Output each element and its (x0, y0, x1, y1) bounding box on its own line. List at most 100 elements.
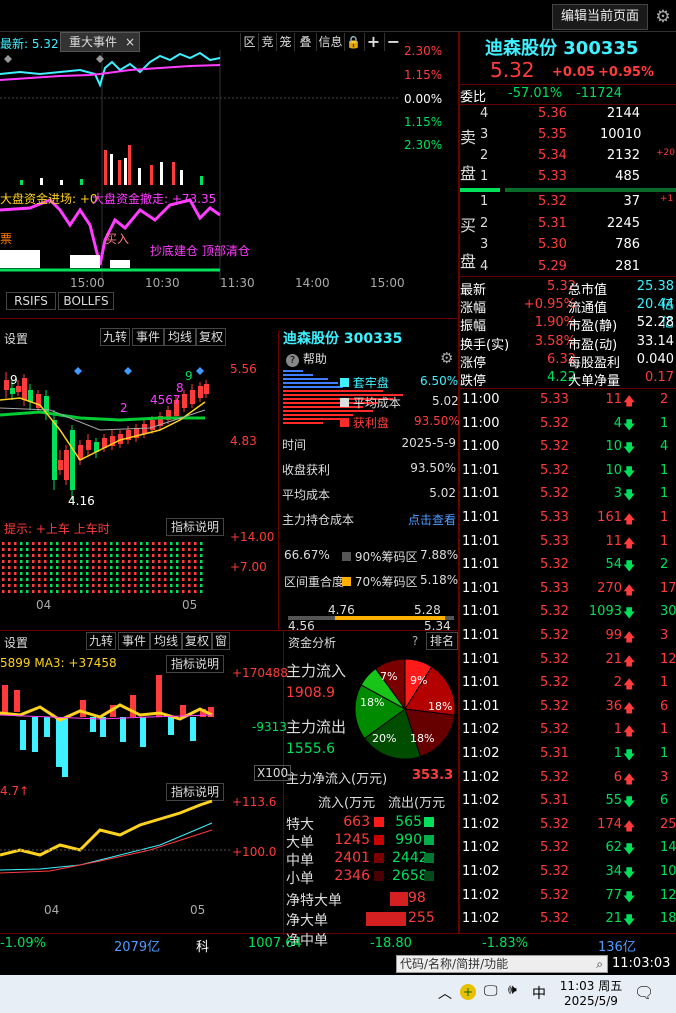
close-icon[interactable]: × (125, 33, 135, 51)
signal-dot (32, 548, 35, 551)
signal-dot (194, 548, 197, 551)
tick-row[interactable]: 11:01 5.33 161 🡅 1 (460, 510, 676, 532)
signal-dot (74, 560, 77, 563)
signal-dot (128, 548, 131, 551)
tick-row[interactable]: 11:00 5.32 10 🡇 4 (460, 439, 676, 461)
sell-row[interactable]: 1 5.33 485 (478, 169, 676, 189)
tick-row[interactable]: 11:01 5.32 1093 🡇 30 (460, 604, 676, 626)
tab-rsifs[interactable]: RSIFS (6, 292, 56, 310)
signal-dot (140, 572, 143, 575)
tick-row[interactable]: 11:01 5.32 54 🡇 2 (460, 557, 676, 579)
arrow-down-icon: 🡇 (623, 488, 636, 503)
hint-explain-button[interactable]: 指标说明 (166, 518, 224, 536)
signal-dot (164, 548, 167, 551)
signal-dot (158, 578, 161, 581)
tool-jing[interactable]: 竞 (258, 33, 276, 51)
chip-row[interactable]: 主力持仓成本 点击查看 (282, 511, 458, 531)
signal-dot (164, 584, 167, 587)
signal-dot (56, 560, 59, 563)
tab-ma[interactable]: 均线 (164, 328, 196, 346)
signal-dot (20, 548, 23, 551)
ime-indicator[interactable]: 中 (532, 983, 546, 1003)
tick-row[interactable]: 11:01 5.32 2 🡅 1 (460, 675, 676, 697)
signal-dot (134, 554, 137, 557)
tick-row[interactable]: 11:02 5.32 77 🡇 12 (460, 888, 676, 910)
tool-long[interactable]: 笼 (276, 33, 294, 51)
buy-row[interactable]: 1 5.32 37 +1 (478, 194, 676, 214)
tick-row[interactable]: 11:02 5.32 174 🡅 25 (460, 817, 676, 839)
plus-app-icon[interactable]: + (460, 984, 476, 1000)
tool-die[interactable]: 叠 (294, 33, 316, 51)
tick-row[interactable]: 11:01 5.32 36 🡅 6 (460, 699, 676, 721)
signal-dot (50, 578, 53, 581)
signal-dot (164, 542, 167, 545)
fund-row: 大单 1245 990 (286, 832, 458, 851)
signal-dot (158, 560, 161, 563)
tick-row[interactable]: 11:02 5.32 62 🡇 14 (460, 840, 676, 862)
tick-row[interactable]: 11:01 5.33 270 🡅 17 (460, 581, 676, 603)
tab-jiuzhuan[interactable]: 九转 (100, 328, 130, 346)
tick-row[interactable]: 11:01 5.32 99 🡅 3 (460, 628, 676, 650)
signal-dot (8, 572, 11, 575)
signal-dot (20, 578, 23, 581)
tick-row[interactable]: 11:02 5.32 34 🡇 10 (460, 864, 676, 886)
lower-tab-fq[interactable]: 复权 (182, 632, 212, 650)
signal-dot (50, 542, 53, 545)
tick-row[interactable]: 11:02 5.32 21 🡇 18 (460, 911, 676, 933)
tab-fq[interactable]: 复权 (196, 328, 226, 346)
taskbar-clock[interactable]: 11:03 周五 2025/5/9 (558, 977, 624, 1008)
buy-mark: 买入 (105, 232, 130, 246)
lower-tab-jiuzhuan[interactable]: 九转 (86, 632, 116, 650)
notification-icon[interactable]: 🗨 (634, 983, 654, 1002)
code-search-input[interactable]: 代码/名称/简拼/功能 ⌕ (396, 955, 608, 973)
network-icon[interactable]: 🖵 (484, 983, 498, 999)
fund-rank-button[interactable]: 排名 (426, 632, 458, 650)
lower-settings-button[interactable]: 设置 (4, 634, 28, 651)
buy-row[interactable]: 3 5.30 786 (478, 237, 676, 257)
lock-icon[interactable]: 🔒 (344, 33, 362, 51)
edit-page-button[interactable]: 编辑当前页面 (551, 4, 648, 30)
tick-row[interactable]: 11:02 5.31 1 🡇 1 (460, 746, 676, 768)
sell-row[interactable]: 4 5.36 2144 (478, 106, 676, 126)
tool-qu[interactable]: 区 (240, 33, 258, 51)
lower-tab-window[interactable]: 窗 (212, 632, 230, 650)
signal-dot (20, 590, 23, 593)
tab-bollfs[interactable]: BOLLFS (58, 292, 114, 310)
tick-row[interactable]: 11:01 5.33 11 🡅 1 (460, 534, 676, 556)
fund-help-icon[interactable]: ? (412, 634, 418, 648)
candle (190, 390, 195, 404)
signal-dot (146, 542, 149, 545)
sell-row[interactable]: 3 5.35 10010 (478, 127, 676, 147)
kline-settings-button[interactable]: 设置 (4, 330, 28, 347)
volume-bar (80, 700, 86, 717)
signal-dot (74, 572, 77, 575)
lower-tab-events[interactable]: 事件 (118, 632, 150, 650)
tab-events[interactable]: 事件 (132, 328, 164, 346)
lower-tab-ma[interactable]: 均线 (150, 632, 182, 650)
tool-info[interactable]: 信息 (316, 33, 344, 51)
tick-row[interactable]: 11:01 5.32 3 🡇 1 (460, 486, 676, 508)
zoom-out-icon[interactable]: − (384, 33, 402, 51)
tick-row[interactable]: 11:00 5.33 11 🡅 2 (460, 392, 676, 414)
event-tab[interactable]: 重大事件 × (60, 32, 140, 52)
tick-row[interactable]: 11:02 5.31 55 🡇 6 (460, 793, 676, 815)
vol-explain-button[interactable]: 指标说明 (166, 655, 224, 673)
tick-row[interactable]: 11:00 5.32 4 🡇 1 (460, 416, 676, 438)
candle (204, 384, 209, 394)
zoom-in-icon[interactable]: + (364, 33, 382, 51)
volume-icon[interactable]: 🕪 (508, 982, 517, 998)
sell-row[interactable]: 2 5.34 2132 +20 (478, 148, 676, 168)
signal-dot (62, 578, 65, 581)
tick-row[interactable]: 11:02 5.32 1 🡅 1 (460, 722, 676, 744)
tick-row[interactable]: 11:01 5.32 10 🡇 1 (460, 463, 676, 485)
signal-dot (62, 554, 65, 557)
tick-row[interactable]: 11:02 5.32 6 🡅 3 (460, 770, 676, 792)
settings-gear-icon[interactable]: ⚙ (652, 6, 674, 28)
tick-row[interactable]: 11:01 5.32 21 🡅 12 (460, 652, 676, 674)
c70-label: 70%筹码区 (342, 573, 418, 590)
signal-dot (140, 542, 143, 545)
buy-row[interactable]: 2 5.31 2245 (478, 216, 676, 236)
chevron-up-icon[interactable]: ︿ (438, 983, 452, 1003)
kline-chart[interactable]: 4.16 9 8 4567 9 2 (0, 350, 228, 520)
chip-gear-icon[interactable]: ⚙ (440, 349, 453, 367)
